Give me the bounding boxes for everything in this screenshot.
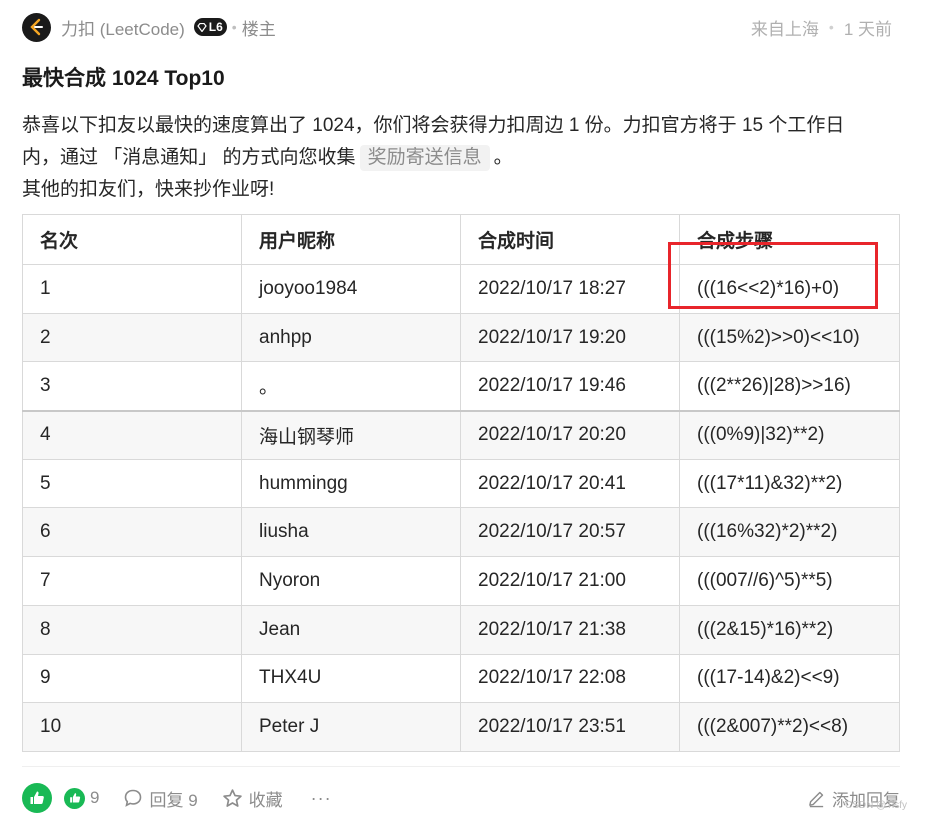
- table-row: 3。 2022/10/17 19:46 (((2**26)|28)>>16): [22, 361, 900, 412]
- cell-rank: 2: [22, 312, 242, 363]
- like-count-icon: [64, 787, 85, 809]
- thumbs-up-icon: [30, 791, 44, 804]
- cell-nickname: 海山钢琴师: [241, 409, 461, 460]
- cell-time: 2022/10/17 20:57: [460, 507, 680, 558]
- more-options-button[interactable]: ···: [311, 788, 332, 809]
- table-row: 10 Peter J 2022/10/17 23:51 (((2&007)**2)<<…: [22, 702, 900, 752]
- cell-steps: (((17*11)&32)**2): [679, 458, 900, 509]
- post-meta: 来自上海 • 1 天前: [751, 15, 892, 40]
- reward-info-tag: 奖励寄送信息: [359, 145, 490, 171]
- cell-nickname: 。: [241, 361, 461, 412]
- cell-time: 2022/10/17 22:08: [460, 653, 680, 704]
- cell-time: 2022/10/17 21:00: [460, 556, 680, 606]
- cell-steps: (((2**26)|28)>>16): [679, 361, 900, 412]
- post-actions: 9 回复 9 收藏 ··· 添加回复: [22, 781, 900, 815]
- cell-time: 2022/10/17 19:46: [460, 361, 680, 412]
- author-name[interactable]: 力扣 (LeetCode): [61, 15, 185, 40]
- divider: [22, 766, 900, 767]
- cell-nickname: Nyoron: [241, 556, 461, 606]
- table-row: 7 Nyoron 2022/10/17 21:00 (((007//6)^5)**5): [22, 556, 900, 606]
- level-badge: L6: [193, 18, 227, 36]
- body-line-2-text: 内，通过 「消息通知」 的方式向您收集: [22, 147, 356, 168]
- cell-rank: 8: [22, 604, 242, 655]
- cell-nickname: anhpp: [241, 312, 461, 363]
- header-time: 合成时间: [460, 214, 680, 265]
- header-nickname: 用户昵称: [241, 214, 461, 265]
- body-line-1: 恭喜以下扣友以最快的速度算出了 1024，你们将会获得力扣周边 1 份。力扣官方…: [22, 115, 845, 136]
- body-line-2: 内，通过 「消息通知」 的方式向您收集 奖励寄送信息。: [22, 142, 907, 174]
- watermark-text: CSDN @Tisfy: [844, 800, 907, 811]
- cell-steps: (((17-14)&2)<<9): [679, 653, 900, 704]
- reply-button[interactable]: 回复 9: [123, 786, 198, 811]
- body-line-2-end: 。: [493, 147, 513, 168]
- post-title: 最快合成 1024 Top10: [22, 67, 225, 90]
- post-time: 1 天前: [843, 19, 892, 39]
- separator-dot: •: [828, 19, 834, 35]
- cell-rank: 5: [22, 458, 242, 509]
- header-rank: 名次: [22, 214, 242, 265]
- cell-nickname: Peter J: [241, 702, 461, 752]
- highlight-box: [668, 242, 878, 309]
- diamond-icon: [197, 22, 207, 32]
- cell-rank: 4: [22, 409, 242, 460]
- cell-rank: 10: [22, 702, 242, 752]
- cell-time: 2022/10/17 23:51: [460, 702, 680, 752]
- like-count: 9: [90, 788, 100, 807]
- cell-steps: (((2&15)*16)**2): [679, 604, 900, 655]
- reply-label: 回复 9: [149, 790, 198, 810]
- like-button[interactable]: [22, 783, 52, 813]
- cell-time: 2022/10/17 18:27: [460, 264, 680, 314]
- star-icon: [222, 788, 242, 807]
- cell-rank: 3: [22, 361, 242, 412]
- collect-button[interactable]: 收藏: [222, 786, 283, 811]
- leetcode-logo[interactable]: [22, 12, 51, 42]
- level-text: L6: [208, 20, 223, 34]
- cell-nickname: jooyoo1984: [241, 264, 461, 314]
- thumbs-up-icon: [69, 793, 80, 803]
- location-label: 来自上海: [750, 19, 819, 39]
- cell-time: 2022/10/17 19:20: [460, 312, 680, 363]
- cell-steps: (((007//6)^5)**5): [679, 556, 900, 606]
- cell-steps: (((0%9)|32)**2): [679, 409, 900, 460]
- cell-rank: 6: [22, 507, 242, 558]
- cell-nickname: liusha: [241, 507, 461, 558]
- post-header: 力扣 (LeetCode) L6 • 楼主 来自上海 • 1 天前: [22, 12, 892, 42]
- cell-steps: (((2&007)**2)<<8): [679, 702, 900, 752]
- table-row: 6 liusha 2022/10/17 20:57 (((16%32)*2)**2): [22, 507, 900, 558]
- cell-time: 2022/10/17 20:41: [460, 458, 680, 509]
- cell-rank: 7: [22, 556, 242, 606]
- role-label: 楼主: [241, 19, 276, 39]
- cell-nickname: THX4U: [241, 653, 461, 704]
- cell-rank: 1: [22, 264, 242, 314]
- pencil-icon: [809, 791, 824, 807]
- comment-icon: [125, 789, 142, 807]
- cell-nickname: Jean: [241, 604, 461, 655]
- cell-steps: (((15%2)>>0)<<10): [679, 312, 900, 363]
- post-body: 恭喜以下扣友以最快的速度算出了 1024，你们将会获得力扣周边 1 份。力扣官方…: [22, 110, 907, 206]
- table-row: 4 海山钢琴师 2022/10/17 20:20 (((0%9)|32)**2): [22, 409, 900, 460]
- table-row: 8 Jean 2022/10/17 21:38 (((2&15)*16)**2): [22, 604, 900, 655]
- cell-nickname: hummingg: [241, 458, 461, 509]
- cell-time: 2022/10/17 21:38: [460, 604, 680, 655]
- cell-rank: 9: [22, 653, 242, 704]
- cell-steps: (((16%32)*2)**2): [679, 507, 900, 558]
- table-row: 5 hummingg 2022/10/17 20:41 (((17*11)&32)**…: [22, 458, 900, 509]
- collect-label: 收藏: [248, 790, 283, 810]
- separator-dot: •: [231, 19, 237, 35]
- cell-time: 2022/10/17 20:20: [460, 409, 680, 460]
- table-row: 2 anhpp 2022/10/17 19:20 (((15%2)>>0)<<10): [22, 312, 900, 363]
- table-row: 9 THX4U 2022/10/17 22:08 (((17-14)&2)<<9): [22, 653, 900, 704]
- body-line-3: 其他的扣友们，快来抄作业呀!: [22, 179, 275, 200]
